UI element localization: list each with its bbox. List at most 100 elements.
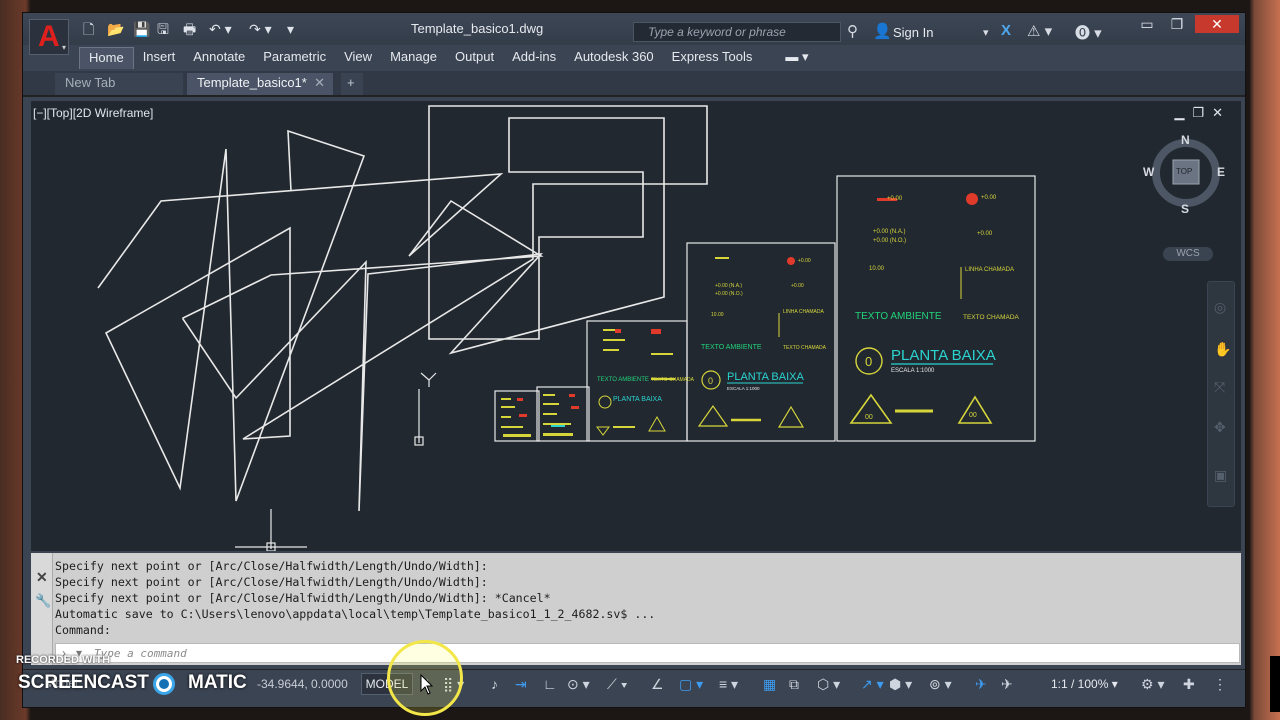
compass-south[interactable]: S (1181, 202, 1189, 216)
drawing-viewport[interactable]: TEXTO AMBIENTE TEXTO CHAMADA PLANTA BAIX… (31, 101, 1241, 551)
add-tab-button[interactable]: + (341, 73, 363, 95)
selection-cycling-icon[interactable]: ⧉ (789, 675, 799, 693)
command-history-line: Command: (55, 623, 111, 637)
tab-home[interactable]: Home (79, 47, 134, 69)
transparency-icon[interactable]: ▦ (763, 675, 776, 693)
minimize-button[interactable]: ▭ (1133, 15, 1161, 33)
tab-annotate[interactable]: Annotate (184, 47, 254, 69)
frame-a2-texto-chamada: TEXTO CHAMADA (651, 377, 695, 383)
viewport-window-controls[interactable]: ▁❐✕ (1174, 105, 1231, 121)
selection-filter-icon[interactable]: ⬢ ▾ (889, 675, 912, 693)
command-history: Specify next point or [Arc/Close/Halfwid… (55, 558, 655, 638)
tab-new-tab[interactable]: New Tab (55, 73, 183, 95)
tab-parametric[interactable]: Parametric (254, 47, 335, 69)
pan-icon[interactable]: ✋ (1214, 340, 1231, 358)
close-icon[interactable]: ✕ (36, 569, 48, 586)
frame-a0-escala: ESCALA 1:1000 (891, 368, 935, 374)
chevron-down-icon[interactable]: ▾ (983, 26, 989, 39)
tab-template-basico1[interactable]: Template_basico1* ✕ (187, 73, 333, 95)
frame-a1-elev-4: +0.00 (791, 283, 804, 289)
viewport-controls-label[interactable]: [−][Top][2D Wireframe] (33, 106, 153, 120)
tab-add-ins[interactable]: Add-ins (503, 47, 565, 69)
compass-east[interactable]: E (1217, 165, 1225, 179)
frame-a3-symbols (543, 394, 573, 436)
tab-manage[interactable]: Manage (381, 47, 446, 69)
watermark-screencast: SCREENCAST (18, 672, 149, 693)
annotation-monitor-icon[interactable]: ✚ (1183, 675, 1195, 693)
command-line-window: ✕ 🔧 Specify next point or [Arc/Close/Hal… (31, 553, 1241, 665)
search-input[interactable]: Type a keyword or phrase (633, 22, 841, 42)
frame-a2-symbols (603, 329, 675, 380)
compass-west[interactable]: W (1143, 165, 1154, 179)
small-frames-content (501, 329, 675, 437)
screencast-watermark: RECORDED WITH SCREENCAST MATIC (0, 650, 260, 706)
frame-a2-triangle (648, 415, 666, 432)
object-snap-icon[interactable]: ▢ ▾ (679, 675, 703, 693)
binoculars-icon[interactable]: ⚲ (847, 22, 858, 40)
customize-qat-icon[interactable]: ▾ (287, 21, 294, 37)
frame-a2-texto-ambiente: TEXTO AMBIENTE (597, 377, 649, 383)
polar-tracking-icon[interactable]: ⊙ ▾ (567, 675, 590, 693)
save-icon[interactable]: 💾 (133, 21, 150, 37)
frame-a4-markers (517, 398, 527, 417)
sign-in-link[interactable]: Sign In (893, 25, 933, 40)
exchange-apps-icon[interactable]: X (1001, 22, 1011, 39)
autodesk-360-icon[interactable]: ⚠ ▾ (1027, 22, 1052, 40)
close-button[interactable]: ✕ (1195, 15, 1239, 33)
dynamic-ucs-icon[interactable]: ↗ ▾ (861, 675, 884, 693)
wcs-menu[interactable]: WCS (1163, 247, 1213, 261)
watermark-recorded: RECORDED WITH (16, 654, 111, 666)
restore-button[interactable]: ❐ (1163, 15, 1191, 33)
frame-a1-triangle (777, 405, 805, 428)
isodraft-icon[interactable]: ⟋ ▾ (607, 675, 628, 693)
workspace-gear-icon[interactable]: ⚙ ▾ (1141, 675, 1164, 693)
object-snap-tracking-icon[interactable]: ∠ (651, 675, 664, 693)
tab-insert[interactable]: Insert (134, 47, 185, 69)
screen-edge (1270, 656, 1280, 712)
new-file-icon[interactable]: 🗋 (83, 21, 94, 37)
tab-output[interactable]: Output (446, 47, 503, 69)
annotation-scale[interactable]: 1:1 / 100% ▾ (1051, 677, 1118, 691)
auto-scale-icon[interactable]: ✈ (1001, 675, 1013, 693)
frame-a0-planta-baixa: PLANTA BAIXA (891, 347, 996, 364)
command-line-handle: ✕ 🔧 (31, 553, 53, 665)
plot-icon[interactable]: 🖶 (183, 21, 196, 37)
open-file-icon[interactable]: 📂 (107, 21, 124, 37)
dynamic-input-icon[interactable]: ⇥ (515, 675, 527, 693)
status-menu-icon[interactable]: ⋮ (1213, 675, 1227, 693)
help-icon[interactable]: ⓿ ▾ (1075, 22, 1102, 43)
ortho-icon[interactable]: ∟ (543, 675, 557, 693)
annotation-visibility-icon[interactable]: ✈ (975, 675, 987, 693)
zoom-extents-icon[interactable]: ⤧ (1214, 378, 1225, 396)
wrench-icon[interactable]: 🔧 (35, 593, 51, 609)
frame-a0-triangle (957, 395, 993, 424)
frame-a4-symbols (501, 398, 531, 437)
frame-a1-planta-baixa: PLANTA BAIXA (727, 371, 804, 383)
frame-a1-annotations: +0.00 +0.00 (N.A.) +0.00 (N.O.) +0.00 10… (697, 257, 827, 428)
save-as-icon[interactable]: 🖫 (157, 21, 169, 37)
ucs-y-label-left (420, 372, 430, 381)
tab-view[interactable]: View (335, 47, 381, 69)
tab-express-tools[interactable]: Express Tools (663, 47, 762, 69)
gizmo-icon[interactable]: ⊚ ▾ (929, 675, 952, 693)
user-icon[interactable]: 👤 (873, 22, 892, 40)
close-tab-icon[interactable]: ✕ (314, 73, 325, 93)
application-menu-button[interactable]: A ▾ (29, 19, 69, 55)
cursor-coordinates[interactable]: -34.9644, 0.0000 (257, 677, 348, 691)
3d-osnap-icon[interactable]: ⬡ ▾ (817, 675, 840, 693)
redo-icon[interactable]: ↷ ▾ (249, 21, 272, 37)
ribbon-toggle-icon[interactable]: ▬ ▾ (761, 47, 817, 69)
showmotion-icon[interactable]: ▣ (1214, 466, 1227, 484)
frame-a0-annotations: +0.00 +0.00 +0.00 (N.A.) +0.00 (N.O.) +0… (849, 193, 1020, 424)
tab-autodesk-360[interactable]: Autodesk 360 (565, 47, 663, 69)
viewcube[interactable]: N S E W TOP (1143, 133, 1225, 216)
compass-north[interactable]: N (1181, 133, 1190, 147)
infer-constraints-icon[interactable]: ♪ (491, 675, 498, 693)
viewcube-top-face[interactable]: TOP (1176, 167, 1192, 176)
steering-wheel-icon[interactable]: ◎ (1214, 298, 1226, 316)
lineweight-icon[interactable]: ≡ ▾ (719, 675, 738, 693)
undo-icon[interactable]: ↶ ▾ (209, 21, 232, 37)
orbit-icon[interactable]: ✥ (1214, 418, 1226, 436)
frame-a1-linha-chamada: LINHA CHAMADA (783, 309, 825, 315)
frame-a1-escala: ESCALA 1:1000 (727, 386, 760, 391)
